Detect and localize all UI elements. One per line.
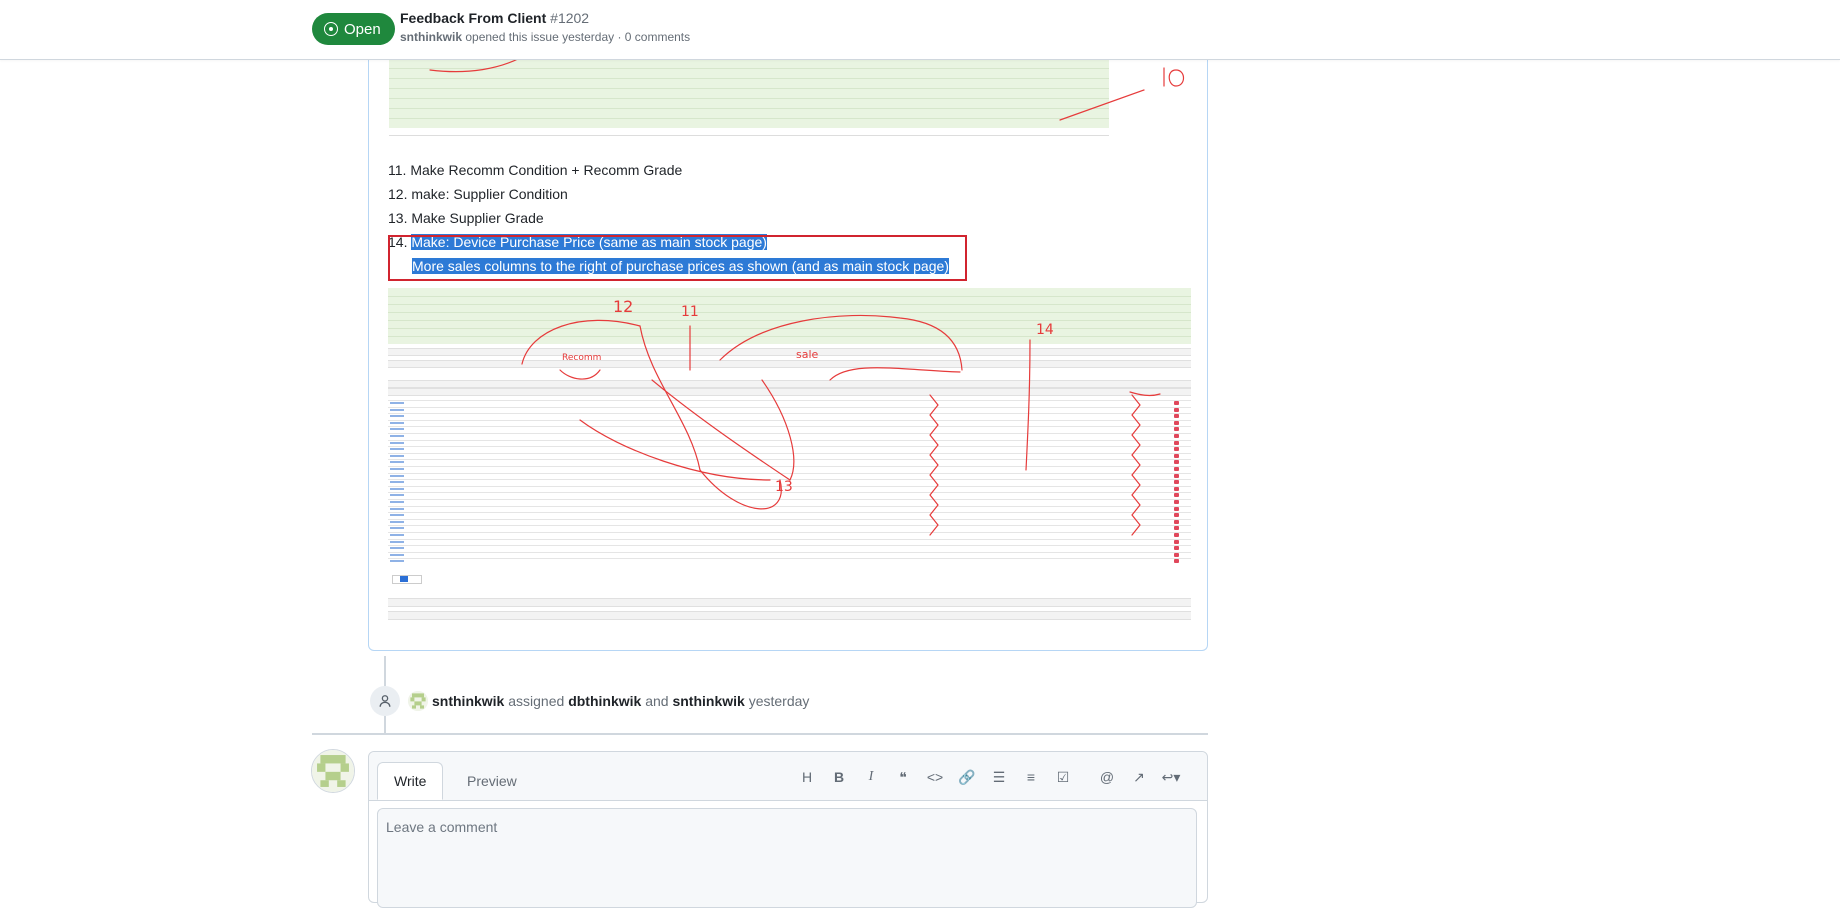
issue-meta-text: opened this issue yesterday · 0 comments [465,30,691,44]
link-icon[interactable]: 🔗 [951,765,983,789]
svg-text:12: 12 [613,297,633,316]
issue-open-icon [324,22,338,36]
editor-header: Write Preview H B I ❝ <> 🔗 ☰ ≡ ☑ @ ↗ ↩▾ [369,752,1207,801]
svg-text:Recomm: Recomm [562,353,601,363]
actor-link[interactable]: snthinkwik [432,693,504,709]
cross-reference-icon[interactable]: ↗ [1123,765,1155,789]
event-verb: assigned [508,693,565,709]
svg-text:11: 11 [681,304,699,320]
sticky-issue-header: Open Feedback From Client #1202 snthinkw… [0,0,1840,60]
event-and: and [645,693,669,709]
code-icon[interactable]: <> [919,765,951,789]
avatar[interactable] [408,691,428,711]
quote-icon[interactable]: ❝ [887,765,919,789]
comment-textarea[interactable]: Leave a comment [377,808,1197,908]
svg-text:13: 13 [775,479,793,495]
open-state-badge: Open [312,13,395,45]
current-user-avatar[interactable] [311,749,355,793]
assignee-link[interactable]: dbthinkwik [568,693,641,709]
tab-write[interactable]: Write [377,762,444,800]
ordered-list-icon[interactable]: ≡ [1015,765,1047,789]
markdown-toolbar: H B I ❝ <> 🔗 ☰ ≡ ☑ @ ↗ ↩▾ [791,765,1187,789]
svg-text:sale: sale [796,348,819,361]
task-list-icon[interactable]: ☑ [1047,765,1079,789]
issue-title: Feedback From Client #1202 [400,10,589,26]
person-icon [370,686,400,716]
state-label: Open [344,20,381,38]
assigned-event: snthinkwik assigned dbthinkwik and snthi… [370,686,809,716]
tab-preview[interactable]: Preview [451,762,533,800]
mention-icon[interactable]: @ [1091,765,1123,789]
timeline-divider [312,733,1208,735]
heading-icon[interactable]: H [791,765,823,789]
unordered-list-icon[interactable]: ☰ [983,765,1015,789]
italic-icon[interactable]: I [855,765,887,789]
reply-icon[interactable]: ↩▾ [1155,765,1187,789]
svg-text:14: 14 [1036,322,1054,338]
issue-author-link[interactable]: snthinkwik [400,30,462,44]
new-comment-editor: Write Preview H B I ❝ <> 🔗 ☰ ≡ ☑ @ ↗ ↩▾ … [368,751,1208,908]
assignee-link[interactable]: snthinkwik [672,693,744,709]
issue-title-text[interactable]: Feedback From Client [400,10,546,26]
timeline-line [384,656,386,686]
timeline-line [384,716,386,733]
issue-number: #1202 [550,10,590,26]
bold-icon[interactable]: B [823,765,855,789]
issue-meta: snthinkwik opened this issue yesterday ·… [400,30,690,44]
event-time[interactable]: yesterday [749,693,810,709]
